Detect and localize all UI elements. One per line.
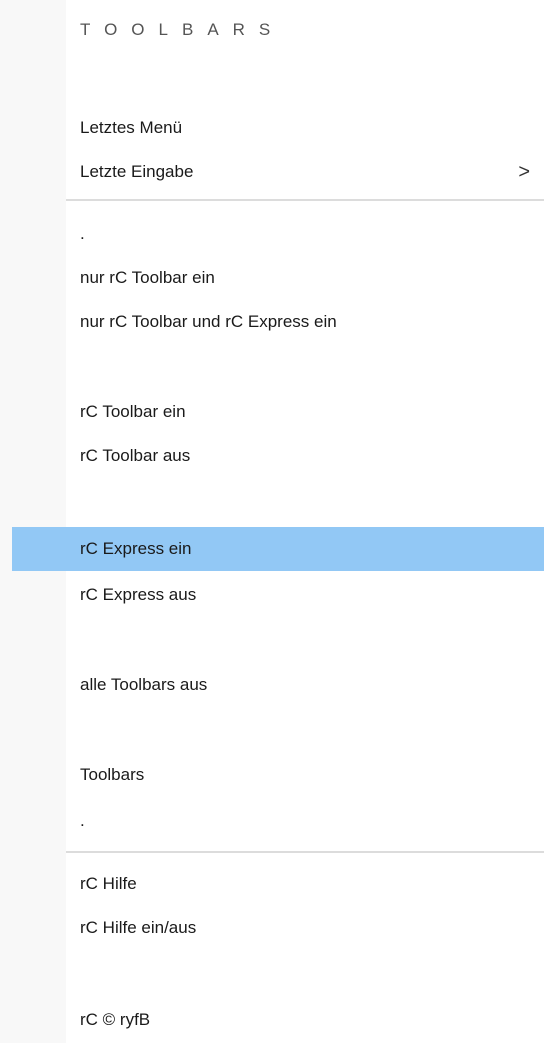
menu-item-label: rC Hilfe	[80, 874, 137, 893]
menu-title: TOOLBARS	[80, 20, 285, 39]
menu-item-rc-toolbar-on[interactable]: rC Toolbar ein	[0, 390, 544, 434]
menu-item-letztes-menu[interactable]: Letztes Menü	[0, 106, 544, 150]
menu-item-label: nur rC Toolbar und rC Express ein	[80, 312, 337, 331]
menu-item-label: rC Toolbar ein	[80, 402, 186, 421]
menu-item-toolbars[interactable]: Toolbars	[0, 753, 544, 797]
menu-item-label: .	[80, 811, 85, 830]
menu-item-letzte-eingabe[interactable]: Letzte Eingabe >	[0, 150, 544, 194]
menu-item-rc-express-on[interactable]: rC Express ein	[12, 527, 544, 571]
menu-item-dot[interactable]: .	[0, 212, 544, 256]
menu-item-rc-copyright[interactable]: rC © ryfB	[0, 998, 544, 1042]
menu-item-label: rC Toolbar aus	[80, 446, 191, 465]
menu-item-dot-2[interactable]: .	[0, 799, 544, 843]
menu-item-label: nur rC Toolbar ein	[80, 268, 215, 287]
menu-item-rc-express-off[interactable]: rC Express aus	[0, 573, 544, 617]
menu-item-label: Toolbars	[80, 765, 145, 784]
menu-item-label: rC Express ein	[80, 539, 192, 558]
menu-item-label: rC © ryfB	[80, 1010, 151, 1029]
menu-item-all-toolbars-off[interactable]: alle Toolbars aus	[0, 663, 544, 707]
menu-separator	[66, 851, 544, 853]
menu-item-rc-toolbar-off[interactable]: rC Toolbar aus	[0, 434, 544, 478]
menu-item-label: alle Toolbars aus	[80, 675, 208, 694]
menu-item-rc-help[interactable]: rC Hilfe	[0, 862, 544, 906]
menu-item-label: Letzte Eingabe	[80, 162, 194, 181]
chevron-right-icon: >	[518, 161, 530, 183]
menu-item-rc-help-toggle[interactable]: rC Hilfe ein/aus	[0, 906, 544, 950]
menu-item-only-rc-toolbar-on[interactable]: nur rC Toolbar ein	[0, 256, 544, 300]
menu-item-label: rC Express aus	[80, 585, 197, 604]
menu-separator	[66, 199, 544, 201]
toolbars-context-menu: TOOLBARS Letztes Menü Letzte Eingabe > .…	[0, 0, 544, 1043]
menu-item-only-rc-toolbar-and-express-on[interactable]: nur rC Toolbar und rC Express ein	[0, 300, 544, 344]
menu-item-label: rC Hilfe ein/aus	[80, 918, 197, 937]
menu-item-label: Letztes Menü	[80, 118, 183, 137]
menu-item-label: .	[80, 224, 85, 243]
